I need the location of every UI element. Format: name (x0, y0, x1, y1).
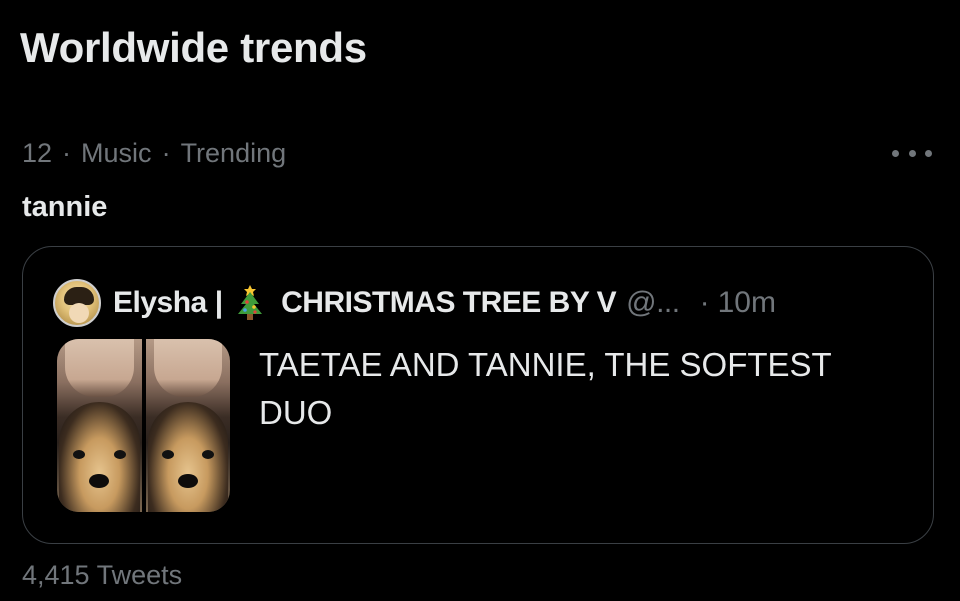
more-horizontal-icon[interactable] (892, 140, 932, 166)
meta-separator: · (62, 138, 72, 168)
author-pipe: | (214, 286, 224, 319)
time-separator: · (699, 286, 710, 319)
trend-category: Music (81, 138, 152, 168)
trend-rank: 12 (22, 138, 53, 168)
trends-page: Worldwide trends 12 · Music · Trending t… (0, 0, 960, 601)
avatar[interactable] (53, 279, 101, 327)
trend-name[interactable]: tannie (22, 191, 107, 224)
author-handle[interactable]: @... (626, 286, 680, 320)
trend-meta: 12 · Music · Trending (22, 138, 286, 169)
tweet-text: TAETAE AND TANNIE, THE SOFTEST DUO (259, 346, 832, 431)
christmas-tree-icon (238, 285, 263, 320)
tweet-author-row: Elysha | CHRISTMAS TREE BY V @... · 10m (53, 279, 776, 327)
meta-separator: · (161, 138, 171, 168)
tweet-count: 4,415 Tweets (22, 560, 183, 590)
tweet-media-thumbnail[interactable] (57, 339, 230, 512)
section-title: Worldwide trends (20, 24, 367, 71)
author-name-suffix[interactable]: CHRISTMAS TREE BY V (281, 286, 617, 320)
author-name[interactable]: Elysha (113, 286, 207, 320)
quoted-tweet-card[interactable]: Elysha | CHRISTMAS TREE BY V @... · 10m (22, 246, 934, 544)
media-image-right (145, 339, 230, 512)
tweet-time[interactable]: 10m (718, 286, 776, 320)
trend-status: Trending (180, 138, 287, 168)
media-image-left (57, 339, 142, 512)
